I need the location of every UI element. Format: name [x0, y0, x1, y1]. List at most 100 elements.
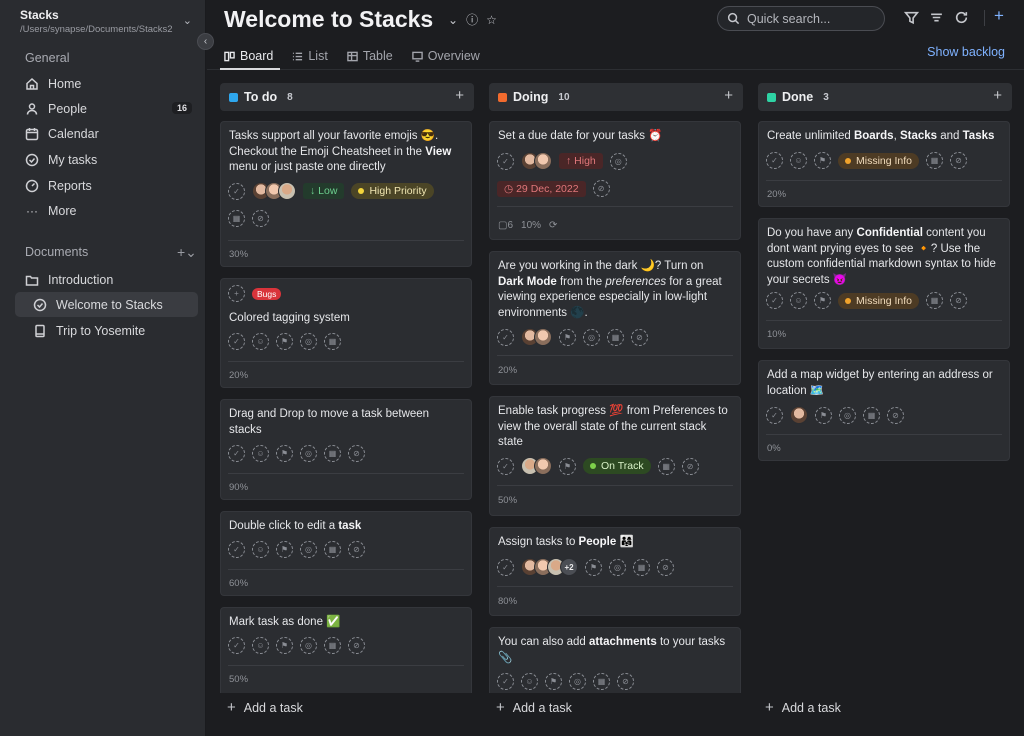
tag-icon[interactable]: ⊘	[631, 328, 648, 346]
status-icon[interactable]: ◎	[609, 558, 626, 576]
calendar-icon[interactable]: ▦	[324, 637, 341, 654]
chevron-down-icon[interactable]: ⌄	[183, 14, 192, 27]
calendar-icon[interactable]: ▦	[228, 210, 245, 227]
tab-board[interactable]: Board	[219, 44, 281, 70]
repeat-icon[interactable]: ⟳	[549, 220, 557, 231]
due-date-tag[interactable]: ◷ 29 Dec, 2022	[497, 180, 586, 197]
tag-icon[interactable]: ⊘	[617, 673, 634, 690]
calendar-icon[interactable]: ▦	[324, 541, 341, 558]
task-card[interactable]: Drag and Drop to move a task between sta…	[220, 399, 472, 500]
add-task-plus-icon[interactable]: +	[993, 87, 1002, 104]
missing-info-tag[interactable]: Missing Info	[838, 152, 920, 169]
tag-icon[interactable]: ⊘	[348, 637, 365, 654]
filter-icon[interactable]	[904, 10, 919, 25]
tab-table[interactable]: Table	[347, 44, 393, 68]
flag-icon[interactable]: ⚑	[814, 292, 831, 309]
task-card[interactable]: Add a map widget by entering an address …	[758, 360, 1010, 461]
complete-toggle-icon[interactable]: ✓	[766, 292, 783, 309]
flag-icon[interactable]: ⚑	[276, 333, 293, 350]
add-document-plus-icon[interactable]: +⌄	[177, 244, 197, 261]
sidebar-item-my-tasks[interactable]: My tasks	[15, 147, 198, 172]
status-icon[interactable]: ◎	[583, 328, 600, 346]
complete-toggle-icon[interactable]: ✓	[766, 406, 783, 424]
sidebar-doc-welcome[interactable]: Welcome to Stacks	[15, 292, 198, 317]
sidebar-item-more[interactable]: ··· More	[15, 198, 198, 223]
tag-icon[interactable]: ⊘	[348, 445, 365, 462]
flag-icon[interactable]: ⚑	[276, 445, 293, 462]
calendar-icon[interactable]: ▦	[593, 673, 610, 690]
add-task-button[interactable]: + Add a task	[227, 699, 303, 716]
tag-icon[interactable]: ⊘	[950, 152, 968, 169]
complete-toggle-icon[interactable]: ✓	[497, 328, 514, 346]
on-track-tag[interactable]: On Track	[583, 458, 651, 474]
flag-icon[interactable]: ⚑	[815, 406, 832, 424]
collapse-sidebar-button[interactable]: ‹	[197, 33, 214, 50]
assign-person-icon[interactable]: ☺	[252, 541, 269, 558]
complete-toggle-icon[interactable]: ✓	[497, 457, 514, 475]
sidebar-doc-introduction[interactable]: Introduction	[15, 267, 198, 292]
task-card[interactable]: Tasks support all your favorite emojis 😎…	[220, 121, 472, 267]
tag-icon[interactable]: ⊘	[657, 558, 674, 576]
assign-person-icon[interactable]: ☺	[252, 445, 269, 462]
assign-person-icon[interactable]: ☺	[252, 637, 269, 654]
complete-toggle-icon[interactable]: ✓	[228, 541, 245, 558]
assignee-avatars[interactable]	[521, 457, 552, 475]
sidebar-item-people[interactable]: People 16	[15, 96, 198, 121]
flag-icon[interactable]: ⚑	[545, 673, 562, 690]
task-card[interactable]: Enable task progress 💯 from Preferences …	[489, 396, 741, 516]
search-input[interactable]: Quick search...	[717, 6, 885, 31]
add-task-plus-icon[interactable]: +	[455, 87, 464, 104]
task-card[interactable]: Double click to edit a task ✓ ☺ ⚑ ◎ ▦ ⊘ …	[220, 511, 472, 596]
calendar-icon[interactable]: ▦	[324, 445, 341, 462]
calendar-icon[interactable]: ▦	[926, 152, 944, 169]
info-icon[interactable]: ⓘ	[466, 11, 478, 28]
task-card[interactable]: Assign tasks to People 👨‍👩‍👧 ✓ +2 ⚑ ◎ ▦ …	[489, 527, 741, 616]
complete-toggle-icon[interactable]: ✓	[497, 152, 514, 170]
bugs-tag[interactable]: Bugs	[252, 287, 282, 300]
status-icon[interactable]: ◎	[300, 445, 317, 462]
workspace-switcher[interactable]: Stacks /Users/synapse/Documents/Stacks2 …	[20, 8, 200, 35]
comments-icon[interactable]: ▢6	[498, 220, 513, 231]
status-icon[interactable]: ◎	[300, 637, 317, 654]
add-tag-icon[interactable]: +	[228, 285, 245, 302]
priority-high-tag[interactable]: ↑ High	[559, 153, 603, 169]
calendar-icon[interactable]: ▦	[926, 292, 944, 309]
star-icon[interactable]: ☆	[486, 13, 497, 27]
refresh-icon[interactable]	[954, 10, 969, 25]
high-priority-tag[interactable]: High Priority	[351, 183, 434, 199]
complete-toggle-icon[interactable]: ✓	[497, 558, 514, 576]
assign-person-icon[interactable]: ☺	[252, 333, 269, 350]
flag-icon[interactable]: ⚑	[559, 328, 576, 346]
assign-person-icon[interactable]: ☺	[790, 152, 807, 169]
calendar-icon[interactable]: ▦	[607, 328, 624, 346]
complete-toggle-icon[interactable]: ✓	[497, 673, 514, 690]
sort-icon[interactable]	[929, 10, 944, 25]
calendar-icon[interactable]: ▦	[863, 406, 880, 424]
task-card[interactable]: Are you working in the dark 🌙? Turn on D…	[489, 251, 741, 385]
tag-icon[interactable]: ⊘	[681, 457, 699, 475]
sidebar-item-home[interactable]: Home	[15, 71, 198, 96]
status-icon[interactable]: ◎	[839, 406, 856, 424]
status-icon[interactable]: ◎	[609, 152, 627, 170]
status-icon[interactable]: ◎	[300, 333, 317, 350]
flag-icon[interactable]: ⚑	[585, 558, 602, 576]
calendar-icon[interactable]: ▦	[633, 558, 650, 576]
assignee-avatars[interactable]: +2	[521, 558, 578, 576]
assignee-avatars[interactable]	[252, 182, 296, 200]
tag-icon[interactable]: ⊘	[592, 180, 610, 197]
assignee-avatars[interactable]	[521, 152, 552, 170]
assign-person-icon[interactable]: ☺	[790, 292, 807, 309]
add-task-plus-icon[interactable]: +	[724, 87, 733, 104]
add-task-button[interactable]: + Add a task	[765, 699, 841, 716]
assign-person-icon[interactable]: ☺	[521, 673, 538, 690]
assignee-avatars[interactable]	[521, 328, 552, 346]
complete-toggle-icon[interactable]: ✓	[228, 182, 245, 200]
tab-list[interactable]: List	[292, 44, 328, 68]
task-card[interactable]: + Bugs Colored tagging system ✓ ☺ ⚑ ◎ ▦ …	[220, 278, 472, 388]
sidebar-item-calendar[interactable]: Calendar	[15, 121, 198, 146]
complete-toggle-icon[interactable]: ✓	[228, 445, 245, 462]
status-icon[interactable]: ◎	[300, 541, 317, 558]
flag-icon[interactable]: ⚑	[814, 152, 831, 169]
sidebar-doc-trip[interactable]: Trip to Yosemite	[15, 318, 198, 343]
flag-icon[interactable]: ⚑	[559, 457, 576, 475]
